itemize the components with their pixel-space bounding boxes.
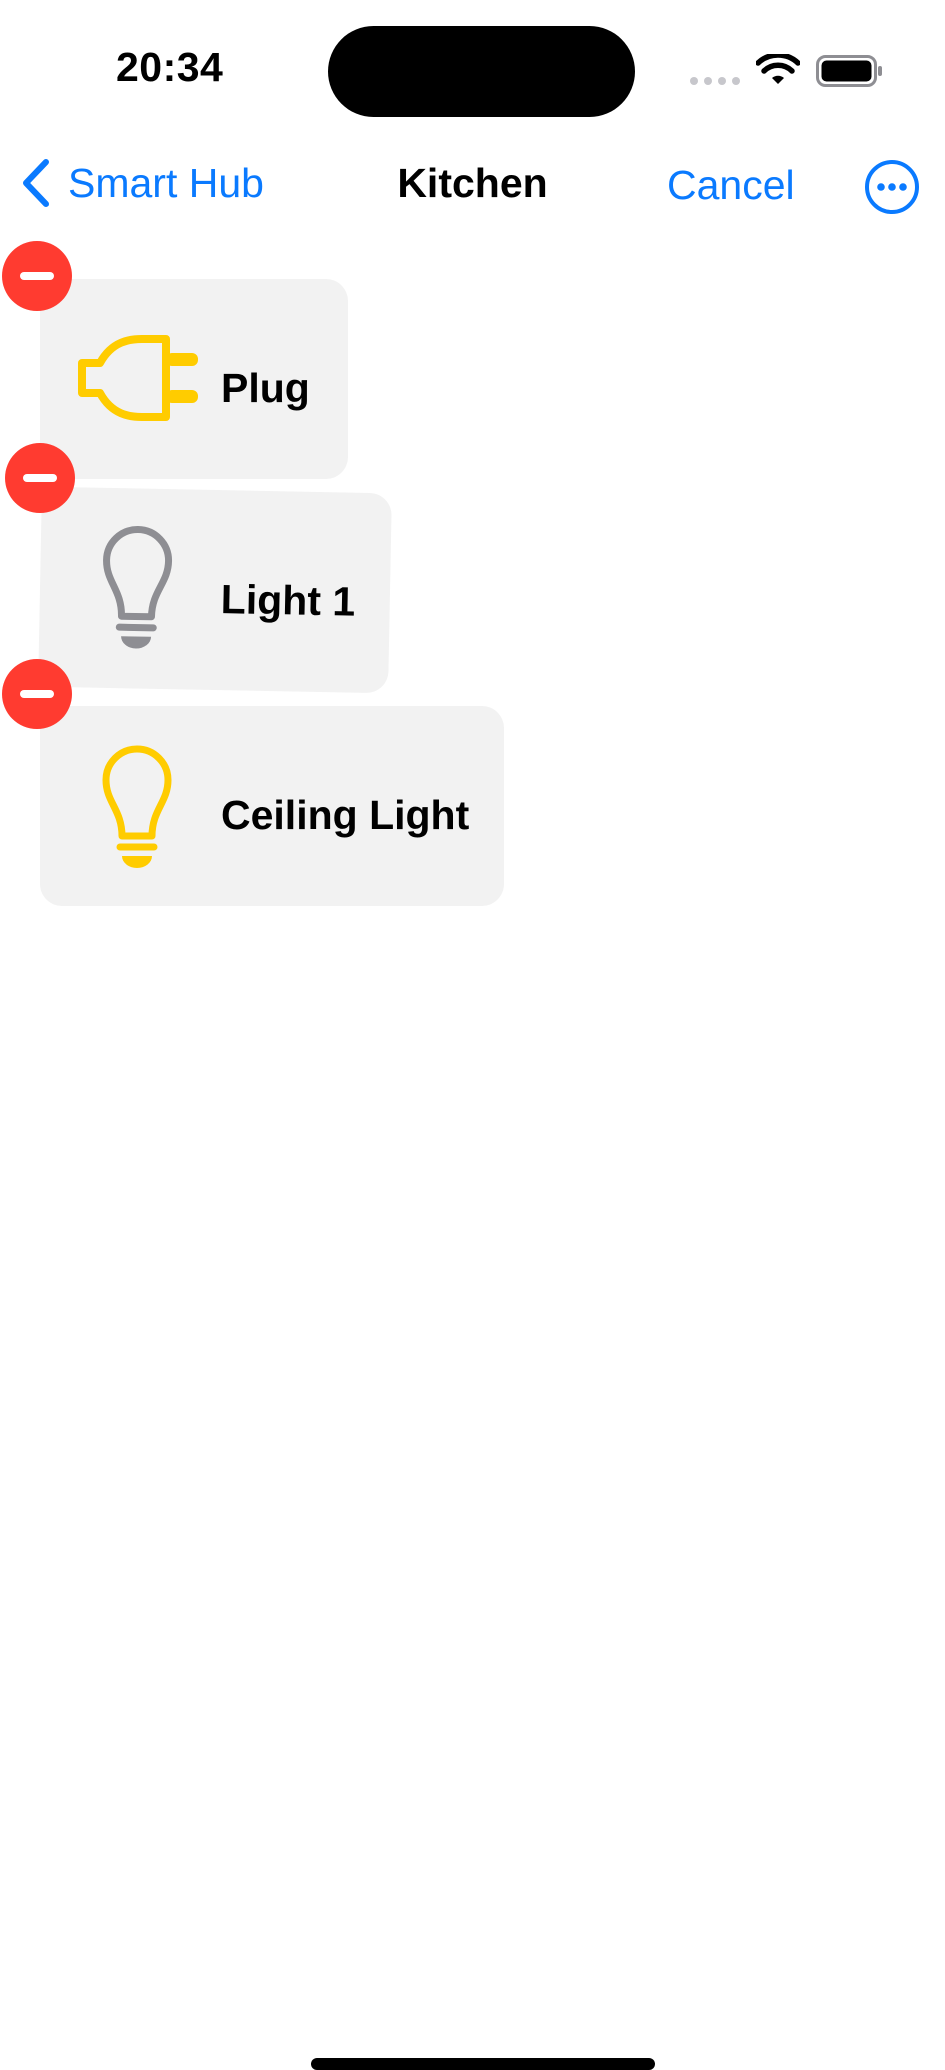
delete-button-light-1[interactable] xyxy=(5,443,75,513)
accessory-name: Plug xyxy=(221,365,310,411)
delete-button-plug[interactable] xyxy=(2,241,72,311)
accessory-tile-light-1[interactable]: Light 1 xyxy=(38,486,392,694)
accessory-name: Light 1 xyxy=(220,576,356,625)
delete-button-ceiling-light[interactable] xyxy=(2,659,72,729)
plug-icon xyxy=(78,335,198,421)
lightbulb-icon xyxy=(102,745,172,868)
home-indicator[interactable] xyxy=(311,2058,655,2070)
page-title: Kitchen xyxy=(397,160,548,206)
wifi-icon xyxy=(756,54,800,84)
accessory-name: Ceiling Light xyxy=(221,792,470,838)
lightbulb-icon xyxy=(103,526,173,649)
accessory-tile-plug[interactable]: Plug xyxy=(40,279,348,479)
cancel-button[interactable]: Cancel xyxy=(667,162,795,209)
battery-icon xyxy=(816,55,882,87)
dynamic-island xyxy=(328,26,635,117)
ellipsis-circle-icon[interactable] xyxy=(864,159,920,215)
signal-dots-icon xyxy=(690,77,740,85)
accessory-tile-ceiling-light[interactable]: Ceiling Light xyxy=(40,706,504,906)
status-time: 20:34 xyxy=(116,44,224,90)
